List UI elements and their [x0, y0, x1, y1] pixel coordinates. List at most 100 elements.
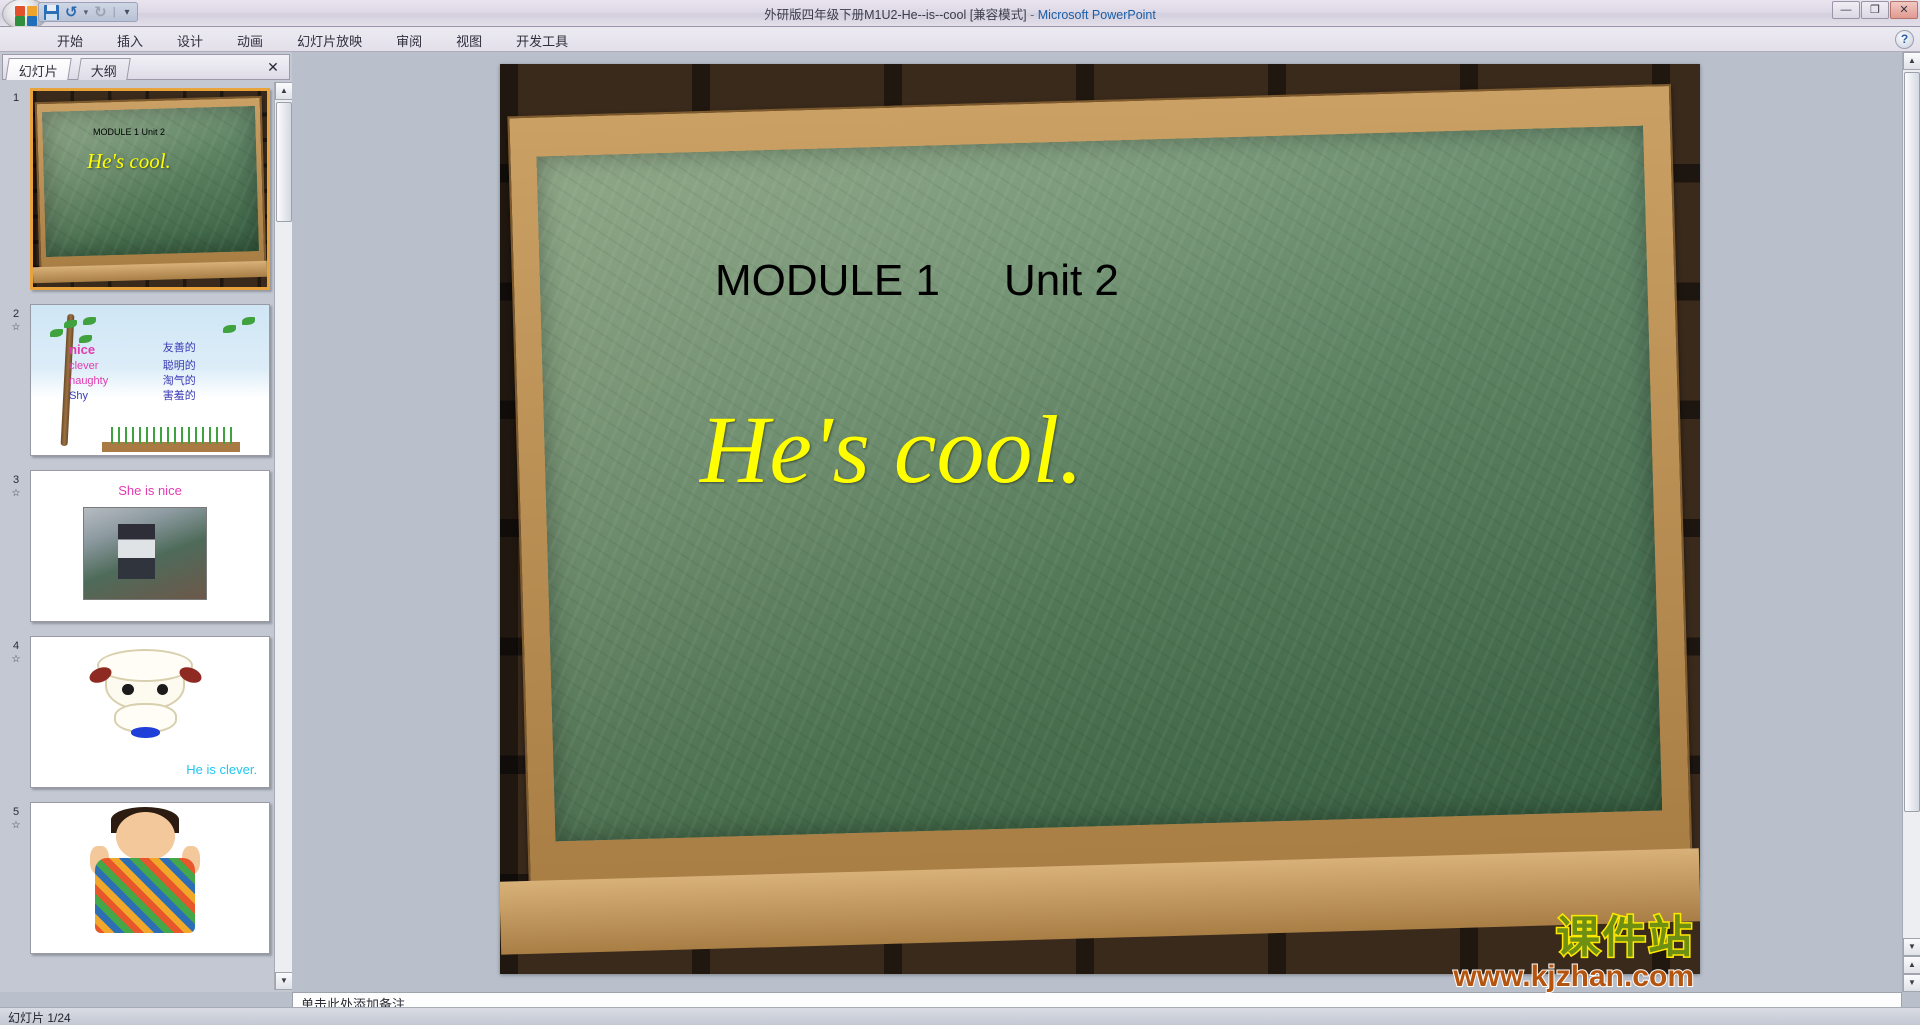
slide-thumbnail-4[interactable]: He is clever.: [30, 636, 270, 788]
scroll-up-icon[interactable]: ▲: [275, 82, 293, 100]
minimize-button[interactable]: —: [1832, 1, 1860, 19]
leaf-icon: [241, 317, 255, 325]
current-slide[interactable]: MODULE 1 Unit 2 He's cool. 课件站 www.kjzhan…: [500, 64, 1700, 993]
close-button[interactable]: ✕: [1890, 1, 1918, 19]
animation-star-icon: ☆: [11, 487, 21, 499]
powerpoint-window: ↺ ▾ ↻ | ▾ 外研版四年级下册M1U2-He--is--cool [兼容模…: [0, 0, 1920, 1025]
tab-slides-label: 幻灯片: [18, 64, 58, 79]
list-item[interactable]: 5 ☆: [2, 802, 274, 954]
slides-pane: 幻灯片 大纲 ✕ 1 MODULE 1 Unit 2 He's cool. 2 …: [0, 52, 293, 992]
tab-outline[interactable]: 大纲: [77, 58, 131, 80]
thumb-slide-caption: He is clever.: [186, 761, 258, 777]
title-bar: ↺ ▾ ↻ | ▾ 外研版四年级下册M1U2-He--is--cool [兼容模…: [0, 0, 1920, 30]
slide-hero-text[interactable]: He's cool.: [700, 394, 1083, 505]
word-english: Shy: [69, 390, 89, 403]
watermark-brand: 课件站: [1555, 913, 1694, 962]
word-english: nice: [69, 342, 96, 357]
slide-thumbnail-5[interactable]: [30, 802, 270, 954]
title-separator: -: [1026, 8, 1038, 22]
word-chinese: 聪明的: [162, 359, 196, 372]
table-row: naughty 淘气的: [69, 374, 264, 389]
thumb-number-label: 4: [12, 640, 20, 652]
tab-view[interactable]: 视图: [439, 27, 499, 53]
list-item[interactable]: 3 ☆ She is nice: [2, 470, 274, 622]
tab-developer[interactable]: 开发工具: [499, 27, 585, 53]
vocabulary-slide-graphic: nice 友善的 clever 聪明的 naughty 淘气的 Shy 害羞的: [31, 305, 269, 455]
board-frame: [507, 84, 1693, 900]
thumb-number: 5 ☆: [2, 802, 30, 954]
list-item[interactable]: 4 ☆ He is clever.: [2, 636, 274, 788]
scroll-down-icon[interactable]: ▼: [1903, 938, 1920, 956]
tab-slides[interactable]: 幻灯片: [5, 58, 72, 80]
blackboard-graphic: MODULE 1 Unit 2 He's cool.: [500, 64, 1700, 974]
word-english: naughty: [69, 375, 109, 388]
watermark-url: www.kjzhan.com: [1452, 960, 1695, 993]
thumb-slide-title: MODULE 1 Unit 2: [93, 127, 166, 137]
table-row: nice 友善的: [69, 341, 264, 359]
thumb-number: 4 ☆: [2, 636, 30, 788]
thumb-number-label: 3: [12, 474, 20, 486]
slide-editing-stage: MODULE 1 Unit 2 He's cool. 课件站 www.kjzhan…: [292, 52, 1920, 993]
leaf-icon: [83, 317, 97, 325]
list-item[interactable]: 1 MODULE 1 Unit 2 He's cool.: [2, 88, 274, 290]
slides-outline-tabstrip: 幻灯片 大纲 ✕: [2, 54, 290, 80]
animation-star-icon: ☆: [11, 653, 21, 665]
table-row: Shy 害羞的: [69, 389, 264, 404]
tab-slideshow[interactable]: 幻灯片放映: [280, 27, 379, 53]
slide-counter: 幻灯片 1/24: [8, 1011, 71, 1025]
thumbnail-scrollbar[interactable]: ▲ ▼: [274, 82, 293, 990]
page-title[interactable]: MODULE 1 Unit 2: [715, 256, 1119, 306]
help-icon[interactable]: ?: [1895, 30, 1914, 49]
slide-vertical-scrollbar[interactable]: ▲ ▼ ▲ ▼: [1902, 52, 1920, 992]
boy-slide-graphic: [31, 803, 269, 953]
vocabulary-table: nice 友善的 clever 聪明的 naughty 淘气的 Shy 害羞的: [69, 341, 264, 404]
scroll-up-icon[interactable]: ▲: [1903, 52, 1920, 70]
scrollbar-thumb[interactable]: [276, 102, 292, 222]
tab-home[interactable]: 开始: [40, 27, 100, 53]
leaf-icon: [222, 324, 236, 333]
scroll-down-icon[interactable]: ▼: [275, 972, 293, 990]
thumb-number-label: 5: [12, 806, 20, 818]
sheep-icon: [86, 649, 204, 738]
board-frame: [34, 95, 266, 271]
thumb-slide-hero: He's cool.: [87, 149, 171, 173]
application-name: Microsoft PowerPoint: [1037, 8, 1156, 22]
slide-thumbnail-3[interactable]: She is nice: [30, 470, 270, 622]
thumb-number: 1: [12, 92, 20, 104]
grass-graphic: [102, 426, 241, 452]
window-title: 外研版四年级下册M1U2-He--is--cool [兼容模式] - Micro…: [0, 4, 1920, 23]
sheep-eye-left: [122, 683, 134, 696]
maximize-button[interactable]: ❐: [1861, 1, 1889, 19]
ribbon-tab-bar: 开始 插入 设计 动画 幻灯片放映 审阅 视图 开发工具 ?: [0, 27, 1920, 52]
leaf-icon: [64, 320, 78, 328]
ribbon-tabs: 开始 插入 设计 动画 幻灯片放映 审阅 视图 开发工具: [40, 27, 585, 52]
boy-head: [115, 812, 175, 862]
sheep-slide-graphic: He is clever.: [31, 637, 269, 787]
leaf-icon: [50, 329, 64, 337]
photo-slide-graphic: She is nice: [31, 471, 269, 621]
tab-insert[interactable]: 插入: [100, 27, 160, 53]
slide-title-unit: Unit 2: [1003, 256, 1119, 305]
slide-thumbnail-1[interactable]: MODULE 1 Unit 2 He's cool.: [30, 88, 270, 290]
tab-review[interactable]: 审阅: [379, 27, 439, 53]
slide-thumbnail-2[interactable]: nice 友善的 clever 聪明的 naughty 淘气的 Shy 害羞的: [30, 304, 270, 456]
next-slide-icon[interactable]: ▼: [1903, 974, 1920, 992]
close-icon[interactable]: ✕: [264, 59, 282, 77]
word-chinese: 淘气的: [162, 375, 196, 388]
status-bar: 幻灯片 1/24: [0, 1007, 1920, 1025]
thumb-slide-title: She is nice: [118, 483, 182, 498]
animation-star-icon: ☆: [11, 321, 21, 333]
thumb-number-label: 2: [12, 308, 20, 320]
classroom-photo: [83, 507, 208, 600]
list-item[interactable]: 2 ☆ nice 友善的 clever 聪明的 naughty 淘气的 Shy …: [2, 304, 274, 456]
thumb-number: 2 ☆: [2, 304, 30, 456]
tab-design[interactable]: 设计: [160, 27, 220, 53]
tab-animations[interactable]: 动画: [220, 27, 280, 53]
previous-slide-icon[interactable]: ▲: [1903, 956, 1920, 974]
slide-thumbnail-list[interactable]: 1 MODULE 1 Unit 2 He's cool. 2 ☆ nice 友善…: [2, 82, 274, 990]
window-controls: — ❐ ✕: [1832, 1, 1918, 19]
scrollbar-thumb[interactable]: [1904, 72, 1920, 812]
word-english: clever: [69, 359, 99, 372]
boy-shirt: [94, 858, 196, 934]
word-chinese: 友善的: [162, 342, 196, 354]
